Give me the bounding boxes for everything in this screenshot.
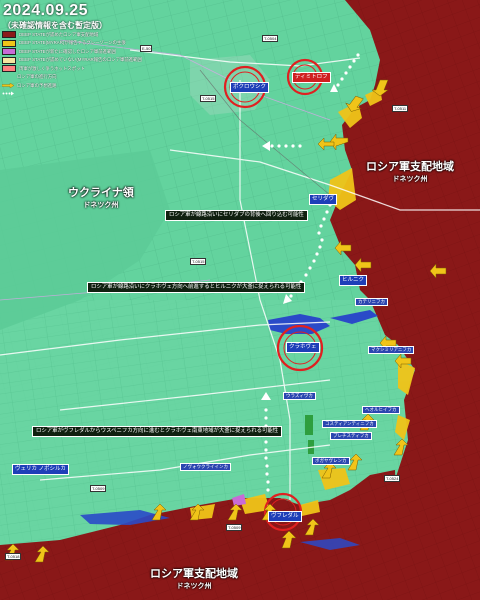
town-vuhledar: ヴフレダル [268,511,302,522]
map-canvas: 2024.09.25 （未確認情報を含む暫定版） DEEP STATEが認めたロ… [0,0,480,600]
road-label: T-0511 [392,105,409,112]
legend-label: ロシア軍の進行方向 [17,74,57,80]
legend: DEEP STATEが認めたロシア軍支配地域 DEEP STATE(MYRAR)… [1,31,142,96]
road-label: E-50 [140,45,153,52]
road-label: T-0509 [90,485,107,492]
town-dymytrov: ディミトロフ [292,72,331,83]
legend-swatch [2,48,16,56]
region-russia-east-oblast: ドネツク州 [392,176,428,183]
region-russia-east: ロシア軍支配地域 ドネツク州 [366,158,454,184]
legend-swatch [2,31,16,39]
small-town: ヘオルヒイフカ [362,406,400,414]
small-town: ノヴォウクライインカ [180,463,231,471]
legend-item: DEEP STATEが認めたロシア軍支配地域 [2,31,130,39]
road-label: T-0509 [226,524,243,531]
region-ukraine-label: ウクライナ領 [68,187,134,199]
small-town: コスティアンティニフカ [322,420,377,428]
annotation-hirnyk: ロシア軍が線路沿いにクラホヴェ方向へ前進するとヒルニクが大釜に捉えられる可能性 [87,282,306,293]
region-russia-east-label: ロシア軍支配地域 [366,161,454,173]
legend-item: DEEP STATEが新たに確認したロシア軍前進範囲 [2,48,130,56]
small-town: マクシミリアニフカ [368,346,415,354]
region-ukraine: ウクライナ領 ドネツク州 [68,184,134,210]
legend-dots-icon [2,83,14,96]
legend-swatch [2,39,16,47]
road-label: T-0524 [384,475,401,482]
annotation-vuhledar: ロシア軍がヴフレダルからウスペニフカ方向に進むとクラホヴェ南東地域が大釜に捉えら… [32,426,283,437]
legend-label: DEEP STATEが認めていない(MYRAR報告のロシア軍前進範囲 [19,57,142,63]
legend-label: 両軍が激しく争うホットスポット [19,65,85,71]
small-town: ボガヤヴレンカ [312,457,350,465]
small-town: ウラズィヴカ [283,392,316,400]
annotation-selydove: ロシア軍が線路沿いにセリダブの背後へ回り込む可能性 [165,210,308,221]
legend-arrow-icon [1,75,15,89]
legend-item: ロシア軍の予想進路 [2,82,130,96]
road-label: T-0518 [5,553,22,560]
region-russia-south: ロシア軍支配地域 ドネツク州 [150,565,238,591]
road-label: T-0504 [262,35,279,42]
legend-swatch [2,56,16,64]
town-kurakhove: クラホヴェ [286,342,320,353]
legend-item: ロシア軍の進行方向 [1,74,130,89]
small-town: カテリニフカ [355,298,388,306]
legend-item: 両軍が激しく争うホットスポット [2,65,130,73]
town-hirnyk: ヒルニク [339,275,368,286]
town-pokrovsk: ポクロウシク [230,82,270,93]
small-town: プレチスティフカ [330,432,372,440]
legend-item: DEEP STATE(MYRAR)が報告するグレーゾーンの主張 [2,39,130,48]
town-selydove: セリダヴ [309,194,338,205]
region-russia-south-label: ロシア軍支配地域 [150,568,238,580]
town-velyka-novosilka: ヴェリカ ノボシルカ [12,464,69,475]
legend-label: DEEP STATEが新たに確認したロシア軍前進範囲 [19,48,116,54]
map-subtitle: （未確認情報を含む暫定版） [3,21,107,30]
legend-swatch [2,65,16,73]
legend-label: DEEP STATEが認めたロシア軍支配地域 [19,31,99,37]
region-russia-south-oblast: ドネツク州 [176,583,212,590]
region-ukraine-oblast: ドネツク州 [83,202,119,209]
legend-item: DEEP STATEが認めていない(MYRAR報告のロシア軍前進範囲 [2,56,142,65]
road-label: T-0515 [200,95,217,102]
map-date: 2024.09.25 [3,2,89,19]
legend-label: ロシア軍の予想進路 [17,82,57,88]
road-label: T-0515 [190,258,207,265]
legend-label: DEEP STATE(MYRAR)が報告するグレーゾーンの主張 [19,40,126,46]
